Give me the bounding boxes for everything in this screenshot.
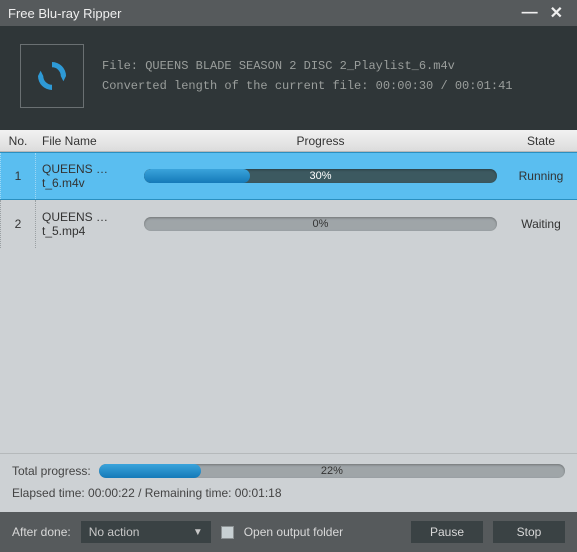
row-progress-cell: 0% <box>136 217 505 231</box>
row-progress-bar: 30% <box>144 169 497 183</box>
total-area: Total progress: 22% Elapsed time: 00:00:… <box>0 453 577 512</box>
open-output-checkbox[interactable] <box>221 526 234 539</box>
row-no: 1 <box>0 153 36 199</box>
table-row[interactable]: 2QUEENS …t_5.mp4 0% Waiting <box>0 200 577 248</box>
row-state: Waiting <box>505 217 577 231</box>
table-header: No. File Name Progress State <box>0 130 577 152</box>
after-done-label: After done: <box>12 525 71 539</box>
table-body: 1QUEENS …t_6.m4v 30% Running 2QUEENS …t_5.m… <box>0 152 577 453</box>
file-info: File: QUEENS BLADE SEASON 2 DISC 2_Playl… <box>102 56 512 97</box>
row-state: Running <box>505 169 577 183</box>
row-progress-label: 0% <box>144 217 497 231</box>
table-row[interactable]: 1QUEENS …t_6.m4v 30% Running <box>0 152 577 200</box>
total-progress-pct: 22% <box>99 464 565 478</box>
chevron-down-icon: ▼ <box>193 527 203 538</box>
pause-button[interactable]: Pause <box>411 521 483 543</box>
current-file-line: File: QUEENS BLADE SEASON 2 DISC 2_Playl… <box>102 56 512 76</box>
row-progress-bar: 0% <box>144 217 497 231</box>
row-progress-cell: 30% <box>136 169 505 183</box>
app-title: Free Blu-ray Ripper <box>8 6 121 21</box>
close-icon[interactable]: ✕ <box>544 3 569 23</box>
footer: After done: No action ▼ Open output fold… <box>0 512 577 552</box>
row-filename: QUEENS …t_5.mp4 <box>36 210 136 238</box>
total-progress-bar: 22% <box>99 464 565 478</box>
total-progress-label: Total progress: <box>12 464 91 478</box>
col-header-file: File Name <box>36 134 136 148</box>
row-progress-label: 30% <box>144 169 497 183</box>
time-line: Elapsed time: 00:00:22 / Remaining time:… <box>12 486 565 500</box>
file-table: No. File Name Progress State 1QUEENS …t_… <box>0 130 577 453</box>
converted-length-line: Converted length of the current file: 00… <box>102 76 512 96</box>
header: File: QUEENS BLADE SEASON 2 DISC 2_Playl… <box>0 26 577 130</box>
row-filename: QUEENS …t_6.m4v <box>36 162 136 190</box>
minimize-icon[interactable]: — <box>516 4 544 22</box>
after-done-select[interactable]: No action ▼ <box>81 521 211 543</box>
col-header-progress: Progress <box>136 134 505 148</box>
stop-button[interactable]: Stop <box>493 521 565 543</box>
col-header-no: No. <box>0 134 36 148</box>
titlebar[interactable]: Free Blu-ray Ripper — ✕ <box>0 0 577 26</box>
after-done-value: No action <box>89 525 140 539</box>
app-window: Free Blu-ray Ripper — ✕ File: QUEENS BLA… <box>0 0 577 552</box>
col-header-state: State <box>505 134 577 148</box>
open-output-label: Open output folder <box>244 525 343 539</box>
sync-icon <box>20 44 84 108</box>
row-no: 2 <box>0 200 36 248</box>
